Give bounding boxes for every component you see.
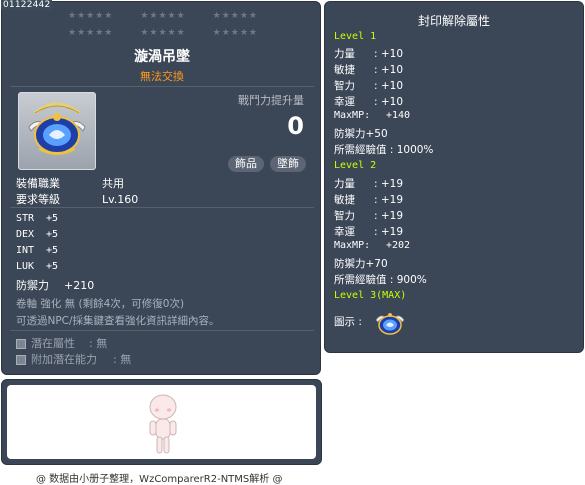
- stat-key: LUK: [16, 261, 35, 272]
- bonus-potential-label: 附加潛在能力: [31, 353, 97, 366]
- job-requirement: 裝備職業 共用: [16, 175, 124, 191]
- pendant-icon: [28, 102, 86, 155]
- character-preview-icon: [149, 394, 177, 454]
- level-1-stat: 力量 : +10: [334, 46, 403, 61]
- level-label: 要求等級: [16, 193, 60, 206]
- stat-value: : +10: [374, 48, 404, 60]
- divider: [10, 330, 314, 331]
- defense-value: +210: [64, 279, 95, 292]
- level-2-maxmp: MaxMP: +202: [334, 240, 410, 251]
- category-tag-accessory: 飾品: [228, 156, 264, 172]
- npc-info-note: 可透過NPC/採集鍵查看強化資訊詳細內容。: [16, 315, 220, 327]
- seal-panel-title: 封印解除屬性: [417, 14, 490, 28]
- stat-key: 力量: [334, 178, 355, 190]
- level-2-title: Level 2: [334, 160, 377, 171]
- trade-note: 無法交換: [140, 70, 184, 83]
- level-2-stat: 幸運 : +19: [334, 224, 403, 239]
- stat-key: 敏捷: [334, 194, 355, 206]
- stat-key: 敏捷: [334, 64, 355, 76]
- level-3-title: Level 3(MAX): [334, 290, 407, 301]
- level-1-maxmp: MaxMP: +140: [334, 110, 410, 121]
- stat-value: +5: [46, 229, 59, 240]
- job-label: 裝備職業: [16, 177, 60, 190]
- level-2-stat: 敏捷 : +19: [334, 192, 403, 207]
- star-group: ★★★★★: [212, 28, 258, 38]
- preview-area: [7, 385, 316, 459]
- item-name: 漩渦吊墜: [134, 49, 190, 65]
- job-value: 共用: [102, 177, 124, 190]
- maxmp-value: +202: [386, 240, 411, 251]
- level-1-exp: 所需經驗值 : 1000%: [334, 144, 434, 156]
- stat-key: INT: [16, 245, 35, 256]
- stat-str: STR +5: [16, 213, 58, 224]
- scroll-upgrade-note: 卷軸 強化 無 (剩餘4次，可修復0次): [16, 298, 185, 310]
- maxmp-label: MaxMP:: [334, 110, 371, 121]
- maxmp-label: MaxMP:: [334, 240, 371, 251]
- stat-key: STR: [16, 213, 35, 224]
- level-1-defense: 防禦力+50: [334, 128, 388, 140]
- stat-key: 智力: [334, 80, 355, 92]
- stat-luk: LUK +5: [16, 261, 58, 272]
- power-increase-value: 0: [287, 112, 304, 140]
- stat-key: 智力: [334, 210, 355, 222]
- stat-key: 幸運: [334, 96, 355, 108]
- stat-key: 力量: [334, 48, 355, 60]
- potential-box-icon: [16, 339, 26, 349]
- stat-key: 幸運: [334, 226, 355, 238]
- power-increase-label: 戰鬥力提升量: [238, 94, 304, 107]
- character-preview-panel: [1, 379, 322, 465]
- level-1-stat: 幸運 : +10: [334, 94, 403, 109]
- category-tag-pendant: 墜飾: [270, 156, 306, 172]
- star-force-row-2: ★★★★★ ★★★★★ ★★★★★: [68, 28, 258, 38]
- stat-value: : +10: [374, 64, 404, 76]
- stat-value: +5: [46, 261, 59, 272]
- divider: [10, 86, 314, 87]
- item-tooltip: ★★★★★ ★★★★★ ★★★★★ ★★★★★ ★★★★★ ★★★★★ 漩渦吊墜…: [1, 1, 321, 375]
- potential-label: 潛在屬性: [31, 337, 75, 350]
- star-group: ★★★★★: [68, 28, 114, 38]
- star-group: ★★★★★: [140, 11, 186, 21]
- level-requirement: 要求等級 Lv.160: [16, 191, 138, 207]
- level-2-exp: 所需經驗值 : 900%: [334, 274, 427, 286]
- divider: [10, 207, 314, 208]
- potential-value: : 無: [89, 337, 108, 350]
- illustration-label: 圖示 :: [334, 316, 362, 328]
- stat-value: : +10: [374, 96, 404, 108]
- stat-value: : +19: [374, 178, 404, 190]
- level-2-defense: 防禦力+70: [334, 258, 388, 270]
- star-force-row-1: ★★★★★ ★★★★★ ★★★★★: [68, 11, 258, 21]
- level-1-stat: 敏捷 : +10: [334, 62, 403, 77]
- stat-key: DEX: [16, 229, 35, 240]
- stat-int: INT +5: [16, 245, 58, 256]
- level-1-stat: 智力 : +10: [334, 78, 403, 93]
- pendant-icon: [375, 313, 405, 335]
- star-group: ★★★★★: [140, 28, 186, 38]
- item-icon-frame: [18, 92, 96, 170]
- credit-text: @ 数据由小册子整理，WzComparerR2-NTMS解析 @: [36, 474, 283, 485]
- bonus-potential-value: : 無: [113, 353, 132, 366]
- potential-box-icon: [16, 355, 26, 365]
- item-id: 01122442: [1, 0, 53, 10]
- stat-defense: 防禦力 +210: [16, 277, 94, 293]
- star-group: ★★★★★: [68, 11, 114, 21]
- star-group: ★★★★★: [212, 11, 258, 21]
- defense-label: 防禦力: [16, 279, 49, 292]
- bonus-potential-row: 附加潛在能力 : 無: [16, 351, 131, 367]
- stat-value: +5: [46, 245, 59, 256]
- stat-value: : +19: [374, 210, 404, 222]
- level-1-title: Level 1: [334, 31, 377, 42]
- stat-value: : +19: [374, 194, 404, 206]
- maxmp-value: +140: [386, 110, 411, 121]
- level-value: Lv.160: [102, 193, 139, 206]
- stat-value: : +10: [374, 80, 404, 92]
- stat-value: +5: [46, 213, 59, 224]
- potential-row: 潛在屬性 : 無: [16, 335, 107, 351]
- stat-dex: DEX +5: [16, 229, 58, 240]
- seal-release-panel: 封印解除屬性 Level 1 力量 : +10 敏捷 : +10 智力 : +10 幸…: [324, 1, 584, 353]
- stat-value: : +19: [374, 226, 404, 238]
- level-2-stat: 智力 : +19: [334, 208, 403, 223]
- level-2-stat: 力量 : +19: [334, 176, 403, 191]
